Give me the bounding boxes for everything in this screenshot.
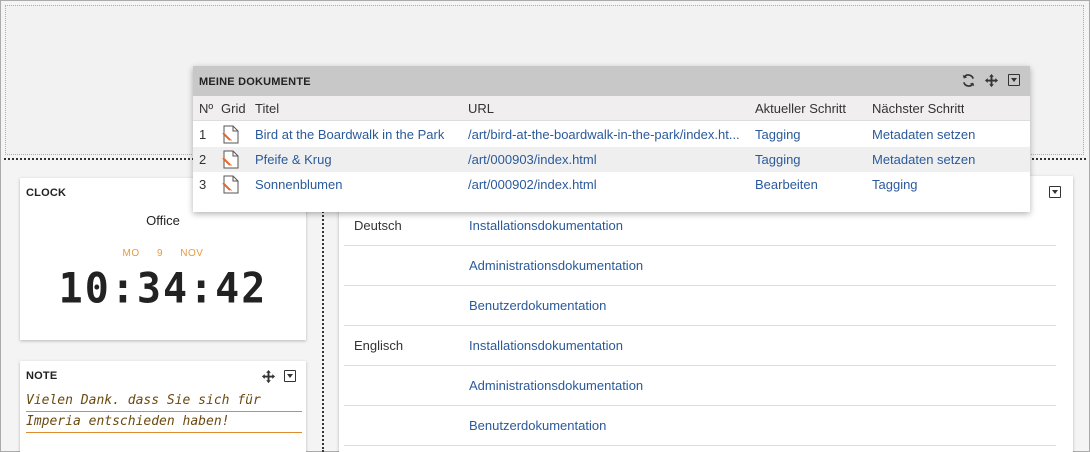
documentation-tools [1047, 184, 1063, 201]
move-icon[interactable] [983, 72, 999, 88]
doc-link[interactable]: Administrationsdokumentation [469, 258, 643, 273]
column-header-nr[interactable]: Nº [199, 101, 213, 116]
note-widget: NOTE Vielen Dank. dass Sie sich für Impe… [20, 361, 306, 452]
row-number: 2 [199, 152, 207, 167]
table-row[interactable]: 2 Pfeife & Krug /art/000903/index.html T… [193, 147, 1030, 172]
list-item: Benutzerdokumentation [344, 406, 1056, 446]
my-documents-header[interactable]: MEINE DOKUMENTE [193, 66, 1030, 96]
clock-title: CLOCK [26, 187, 67, 199]
note-content[interactable]: Vielen Dank. dass Sie sich für Imperia e… [26, 391, 302, 433]
my-documents-tools [960, 72, 1022, 88]
column-header-title[interactable]: Titel [255, 101, 279, 116]
clock-month: NOV [180, 248, 204, 259]
note-tools [260, 368, 298, 384]
column-header-current-step[interactable]: Aktueller Schritt [755, 101, 846, 116]
document-title-link[interactable]: Bird at the Boardwalk in the Park [255, 127, 444, 142]
table-row[interactable]: 1 Bird at the Boardwalk in the Park /art… [193, 122, 1030, 147]
document-url-link[interactable]: /art/000903/index.html [468, 152, 748, 167]
move-icon[interactable] [260, 368, 276, 384]
note-title: NOTE [26, 370, 58, 382]
column-header-next-step[interactable]: Nächster Schritt [872, 101, 964, 116]
document-title-link[interactable]: Pfeife & Krug [255, 152, 332, 167]
clock-time: 10:34:42 [58, 264, 268, 314]
document-title-link[interactable]: Sonnenblumen [255, 177, 342, 192]
doc-link[interactable]: Installationsdokumentation [469, 338, 623, 353]
list-item: Englisch Installationsdokumentation [344, 326, 1056, 366]
list-item: Deutsch Installationsdokumentation [344, 206, 1056, 246]
dropdown-menu-icon[interactable] [1047, 184, 1063, 200]
doc-language: Deutsch [354, 218, 402, 233]
next-step-link[interactable]: Metadaten setzen [872, 152, 975, 167]
document-url-link[interactable]: /art/bird-at-the-boardwalk-in-the-park/i… [468, 127, 748, 142]
note-line: Vielen Dank. dass Sie sich für [26, 391, 302, 412]
row-number: 1 [199, 127, 207, 142]
clock-day: MO [122, 248, 140, 259]
doc-link[interactable]: Installationsdokumentation [469, 218, 623, 233]
clock-date: MO 9 NOV [20, 248, 306, 259]
current-step-link[interactable]: Bearbeiten [755, 177, 818, 192]
clock-day-number: 9 [156, 248, 163, 259]
dropdown-menu-icon[interactable] [282, 368, 298, 384]
doc-link[interactable]: Administrationsdokumentation [469, 378, 643, 393]
list-item: Administrationsdokumentation [344, 366, 1056, 406]
table-header: Nº Grid Titel URL Aktueller Schritt Näch… [193, 96, 1030, 121]
column-header-grid[interactable]: Grid [221, 101, 246, 116]
document-edit-icon [222, 125, 240, 144]
doc-language: Englisch [354, 338, 404, 353]
my-documents-title: MEINE DOKUMENTE [199, 76, 311, 88]
clock-location: Office [146, 213, 180, 228]
list-item: Administrationsdokumentation [344, 246, 1056, 286]
note-line: Imperia entschieden haben! [26, 412, 302, 433]
list-item: Benutzerdokumentation [344, 286, 1056, 326]
my-documents-widget: MEINE DOKUMENTE Nº Grid Titel URL Aktuel… [193, 66, 1030, 212]
documentation-widget: Deutsch Installationsdokumentation Admin… [339, 176, 1073, 452]
row-number: 3 [199, 177, 207, 192]
current-step-link[interactable]: Tagging [755, 127, 801, 142]
doc-link[interactable]: Benutzerdokumentation [469, 418, 606, 433]
current-step-link[interactable]: Tagging [755, 152, 801, 167]
document-edit-icon [222, 150, 240, 169]
refresh-icon[interactable] [960, 72, 976, 88]
dropdown-menu-icon[interactable] [1006, 72, 1022, 88]
document-edit-icon [222, 175, 240, 194]
next-step-link[interactable]: Tagging [872, 177, 918, 192]
column-header-url[interactable]: URL [468, 101, 494, 116]
document-url-link[interactable]: /art/000902/index.html [468, 177, 748, 192]
doc-link[interactable]: Benutzerdokumentation [469, 298, 606, 313]
next-step-link[interactable]: Metadaten setzen [872, 127, 975, 142]
table-row[interactable]: 3 Sonnenblumen /art/000902/index.html Be… [193, 172, 1030, 197]
